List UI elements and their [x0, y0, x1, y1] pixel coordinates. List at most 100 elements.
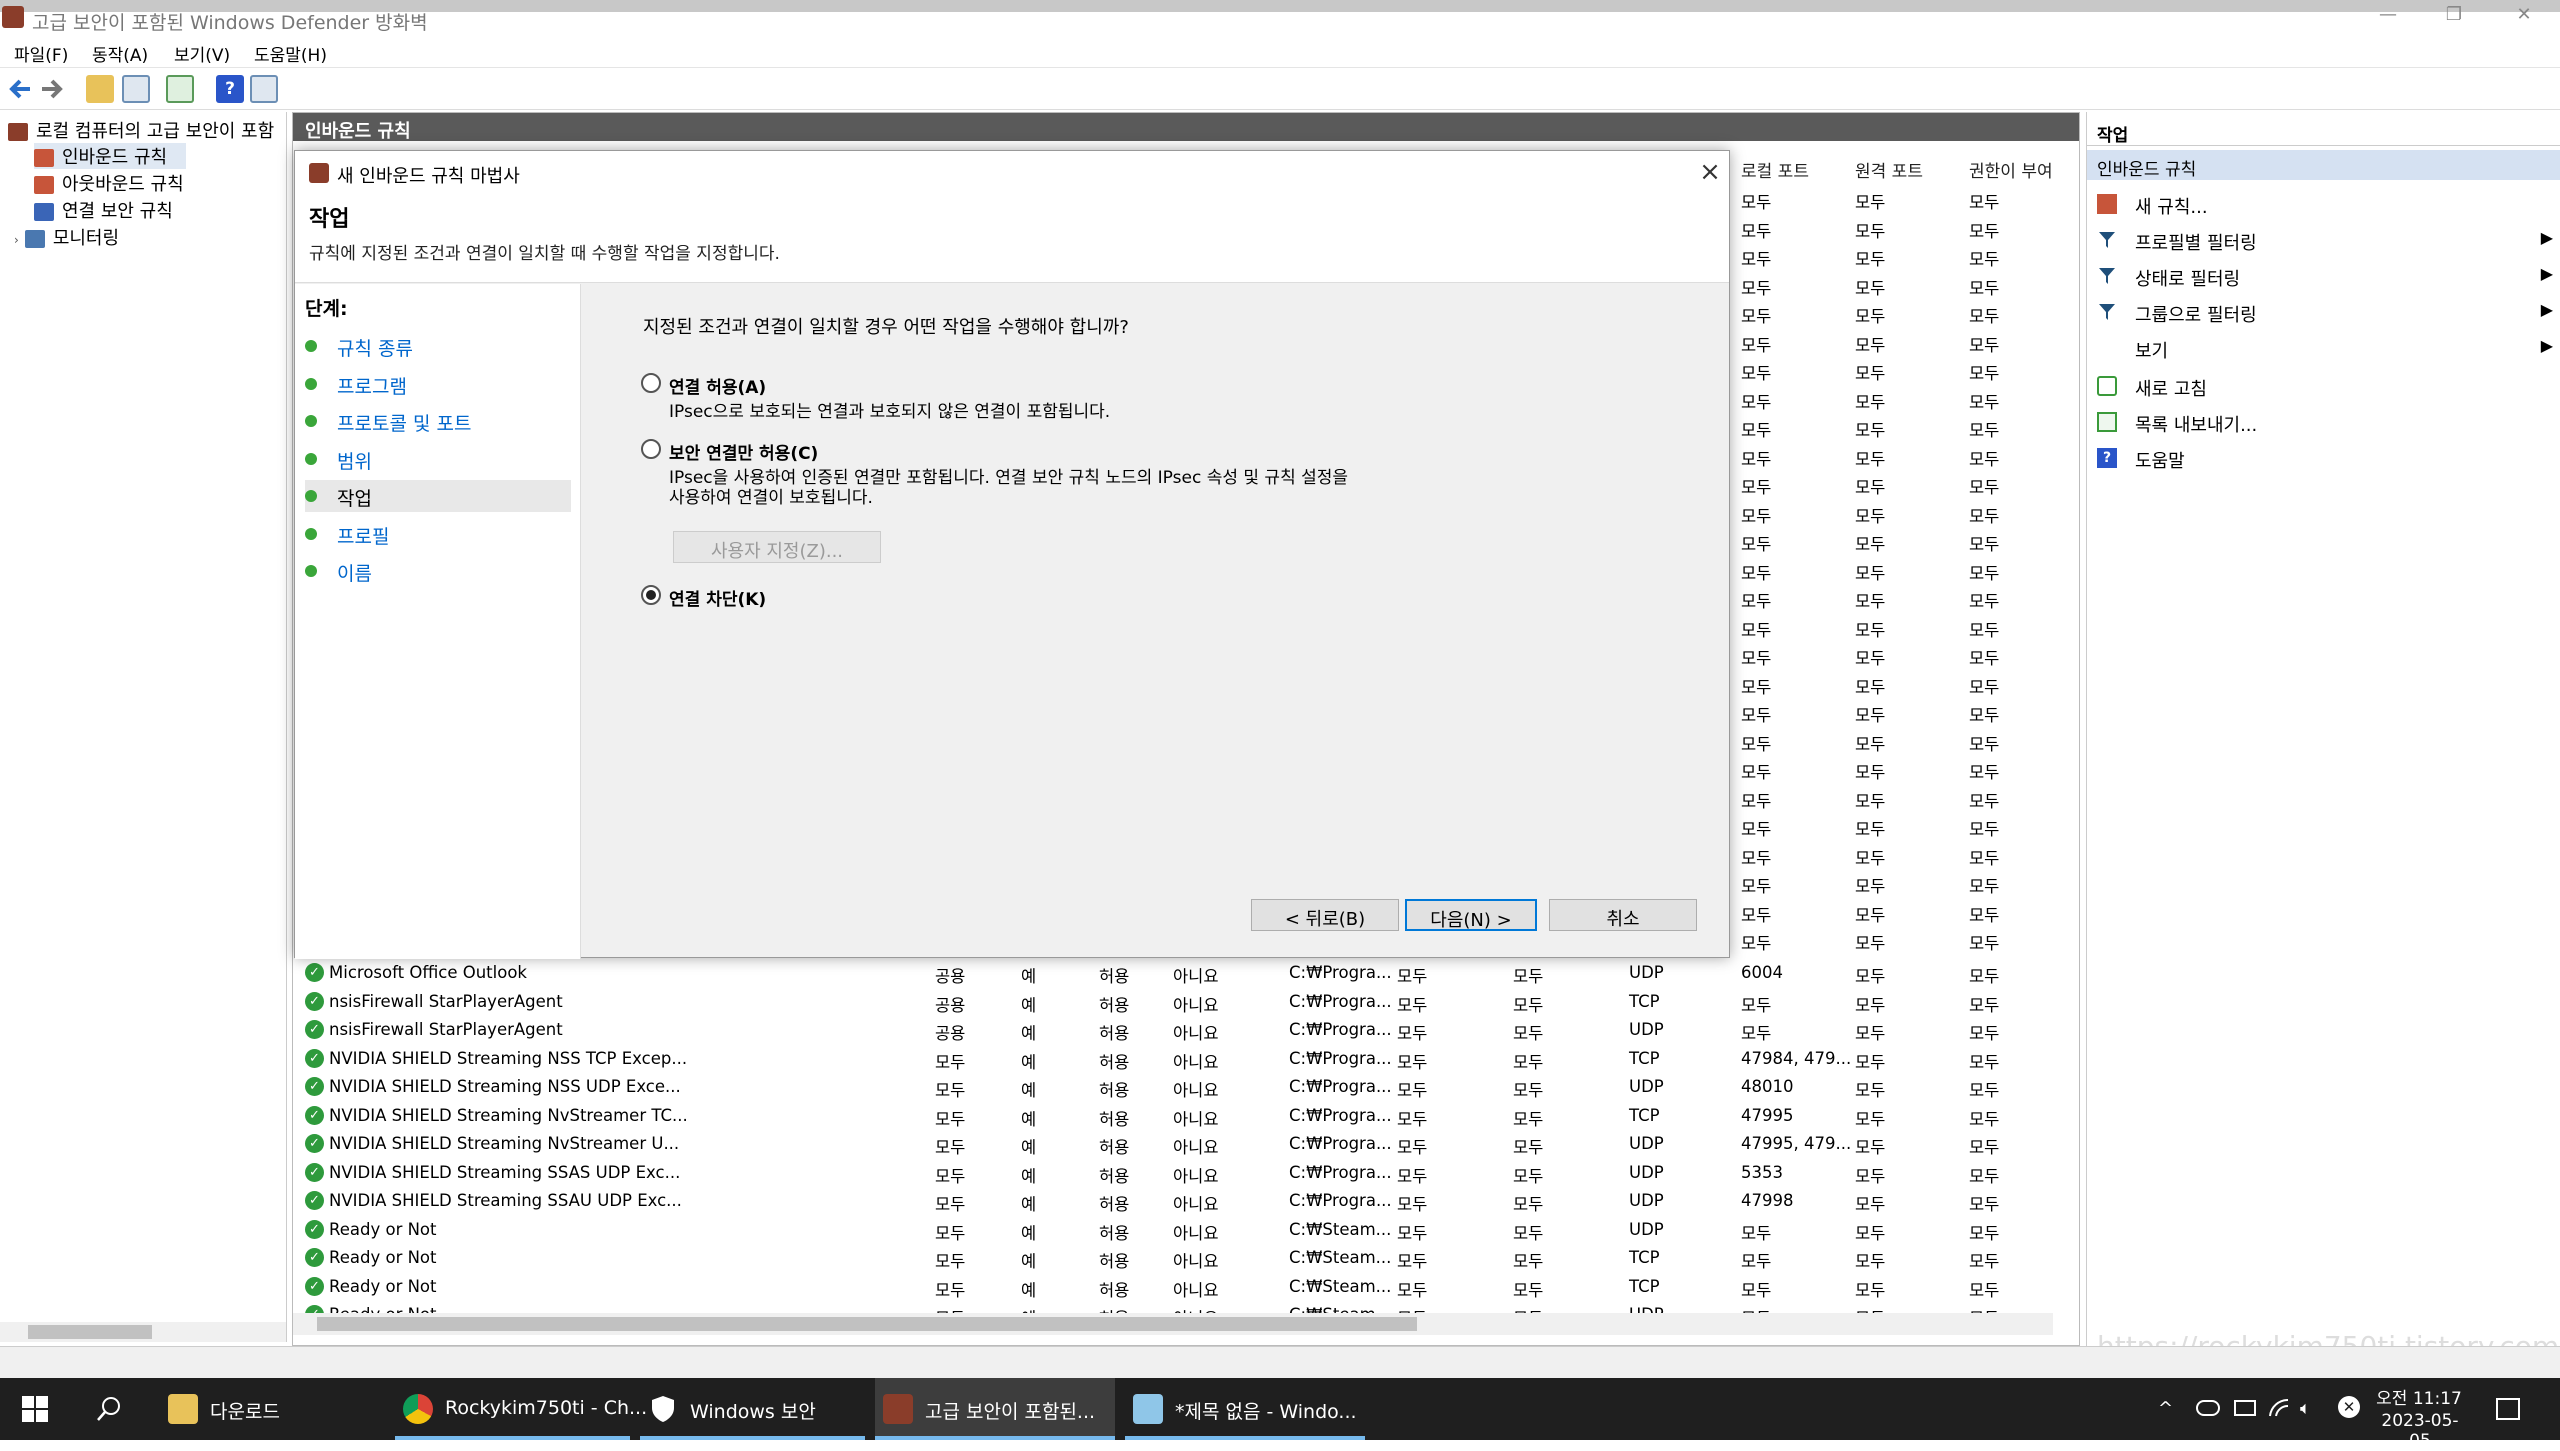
table-cell: 모두	[1397, 1166, 1428, 1186]
table-cell: 아니요	[1173, 1138, 1219, 1157]
taskbar-label: 다운로드	[210, 1401, 280, 1423]
taskbar-item-windows-security[interactable]: Windows 보안	[640, 1378, 865, 1440]
cancel-button[interactable]: 취소	[1549, 899, 1697, 931]
search-icon[interactable]	[90, 1378, 130, 1440]
local-port-cell: 모두	[1741, 278, 1772, 298]
maximize-button[interactable]: ❐	[2424, 4, 2484, 28]
wizard-step[interactable]: 프로그램	[305, 368, 571, 400]
close-icon[interactable]: ×	[1695, 157, 1725, 187]
table-row[interactable]: ✓ NVIDIA SHIELD Streaming NSS TCP Excep..…	[293, 1045, 2063, 1074]
notification-badge-icon[interactable]: ✕	[2338, 1396, 2360, 1418]
column-authorized[interactable]: 권한이 부여	[1969, 157, 2053, 182]
export-list-icon[interactable]	[166, 75, 194, 103]
allow-connection-radio[interactable]	[641, 373, 661, 393]
show-hidden-icons-chevron-icon[interactable]: ^	[2158, 1398, 2173, 1419]
menu-view[interactable]: 보기(V)	[174, 41, 230, 66]
allow-connection-label[interactable]: 연결 허용(A)	[669, 373, 766, 398]
table-row[interactable]: ✓ NVIDIA SHIELD Streaming NvStreamer TC..…	[293, 1102, 2063, 1131]
menu-action[interactable]: 동작(A)	[92, 41, 148, 66]
help-icon[interactable]: ?	[216, 75, 244, 103]
table-row[interactable]: ✓ Ready or Not 모두 예 허용 아니요 C:₩Steam... 모두 모두 TCP 모…	[293, 1244, 2063, 1273]
action-refresh[interactable]: 새로 고침	[2087, 368, 2557, 404]
table-row[interactable]: ✓ NVIDIA SHIELD Streaming SSAS UDP Exc...…	[293, 1159, 2063, 1188]
remote-port-cell: 모두	[1855, 848, 1886, 868]
table-cell: 모두	[1969, 1166, 2000, 1186]
next-button[interactable]: 다음(N) >	[1405, 899, 1537, 931]
menu-file[interactable]: 파일(F)	[14, 41, 68, 66]
customize-button[interactable]: 사용자 지정(Z)...	[673, 531, 881, 563]
tree-root[interactable]: 로컬 컴퓨터의 고급 보안이 포함	[8, 117, 274, 143]
navigation-tree: 로컬 컴퓨터의 고급 보안이 포함 인바운드 규칙 아웃바운드 규칙 연결 보안…	[0, 112, 287, 1342]
clock-date[interactable]: 2023-05-05	[2372, 1411, 2468, 1451]
local-port-cell: 모두	[1741, 392, 1772, 412]
action-help[interactable]: ? 도움말	[2087, 440, 2557, 476]
menu-help[interactable]: 도움말(H)	[254, 41, 327, 66]
tree-horizontal-scrollbar[interactable]	[0, 1322, 286, 1342]
table-cell: C:₩Progra...	[1289, 1134, 1392, 1153]
remote-port-cell: 모두	[1855, 620, 1886, 640]
horizontal-scrollbar[interactable]	[293, 1313, 2053, 1335]
block-connection-radio[interactable]	[641, 585, 661, 605]
remote-port-cell: 모두	[1855, 592, 1886, 611]
table-row[interactable]: ✓ nsisFirewall StarPlayerAgent 공용 예 허용 아니요 C:₩…	[293, 1016, 2063, 1045]
allow-secure-only-label[interactable]: 보안 연결만 허용(C)	[669, 439, 818, 464]
local-port-cell: 모두	[1741, 421, 1772, 440]
action-filter-by-group[interactable]: 그룹으로 필터링 ▶	[2087, 294, 2557, 330]
action-export-list[interactable]: 목록 내보내기...	[2087, 404, 2557, 440]
taskbar-item-chrome[interactable]: Rockykim750ti - Ch...	[395, 1378, 647, 1440]
action-view[interactable]: 보기 ▶	[2087, 330, 2557, 366]
local-port-cell: 모두	[1741, 877, 1772, 896]
taskbar-item-notepad[interactable]: *제목 없음 - Windo...	[1125, 1378, 1365, 1440]
allow-secure-only-radio[interactable]	[641, 439, 661, 459]
wizard-step[interactable]: 범위	[305, 443, 571, 475]
wizard-step[interactable]: 프로토콜 및 포트	[305, 405, 571, 437]
tree-item-connection-security-rules[interactable]: 연결 보안 규칙	[34, 197, 173, 223]
back-button[interactable]: < 뒤로(B)	[1251, 899, 1399, 931]
wizard-step[interactable]: 프로필	[305, 518, 571, 550]
show-hide-tree-icon[interactable]	[122, 75, 150, 103]
firewall-icon	[883, 1394, 913, 1424]
actions-section-inbound-rules[interactable]: 인바운드 규칙	[2087, 150, 2560, 180]
block-connection-label[interactable]: 연결 차단(K)	[669, 585, 766, 610]
column-remote-port[interactable]: 원격 포트	[1855, 157, 1923, 182]
tree-item-monitoring[interactable]: › 모니터링	[14, 224, 119, 250]
minimize-button[interactable]: —	[2358, 4, 2418, 28]
table-row[interactable]: ✓Ready or Not모두예허용아니요C:₩Steam...모두모두UDP모…	[293, 1216, 2063, 1245]
cloud-icon[interactable]	[2196, 1400, 2220, 1416]
wizard-step[interactable]: 규칙 종류	[305, 330, 571, 362]
table-cell: 허용	[1099, 1024, 1130, 1043]
authorized-cell: 모두	[1969, 706, 2000, 725]
table-cell: Ready or Not	[329, 1248, 437, 1267]
back-arrow-icon[interactable]	[6, 75, 34, 103]
volume-icon[interactable]: 🔈︎	[2300, 1398, 2311, 1419]
close-window-button[interactable]: ✕	[2494, 4, 2554, 28]
start-button[interactable]	[14, 1378, 58, 1440]
table-row[interactable]: ✓ Ready or Not 모두 예 허용 아니요 C:₩Steam... 모두 모두 TCP 모…	[293, 1273, 2063, 1302]
show-hide-action-pane-icon[interactable]	[250, 75, 278, 103]
authorized-cell: 모두	[1969, 478, 2000, 497]
network-icon[interactable]	[2268, 1398, 2290, 1418]
column-local-port[interactable]: 로컬 포트	[1741, 157, 1809, 182]
action-new-rule[interactable]: 새 규칙...	[2087, 186, 2557, 222]
table-cell: 모두	[935, 1166, 966, 1186]
enabled-check-icon: ✓	[305, 1134, 324, 1153]
table-row[interactable]: ✓ NVIDIA SHIELD Streaming NvStreamer U...…	[293, 1130, 2063, 1159]
taskbar-item-downloads[interactable]: 다운로드	[160, 1378, 385, 1440]
tree-item-outbound-rules[interactable]: 아웃바운드 규칙	[34, 170, 184, 196]
battery-icon[interactable]	[2234, 1400, 2256, 1416]
expand-chevron-icon[interactable]: ›	[14, 233, 19, 247]
action-filter-by-profile[interactable]: 프로필별 필터링 ▶	[2087, 222, 2557, 258]
forward-arrow-icon[interactable]	[38, 75, 66, 103]
taskbar-item-firewall[interactable]: 고급 보안이 포함된...	[875, 1378, 1115, 1440]
table-cell: NVIDIA SHIELD Streaming NSS TCP Excep...	[329, 1048, 688, 1068]
tree-item-inbound-rules[interactable]: 인바운드 규칙	[34, 143, 186, 169]
clock-time[interactable]: 오전 11:17	[2376, 1384, 2462, 1409]
up-folder-icon[interactable]	[86, 75, 114, 103]
action-filter-by-state[interactable]: 상태로 필터링 ▶	[2087, 258, 2557, 294]
table-row[interactable]: ✓ NVIDIA SHIELD Streaming SSAU UDP Exc...…	[293, 1187, 2063, 1216]
table-row[interactable]: ✓ NVIDIA SHIELD Streaming NSS UDP Exce...…	[293, 1073, 2063, 1102]
table-row[interactable]: ✓ Microsoft Office Outlook 공용 예 허용 아니요 C:₩Prog…	[293, 959, 2063, 988]
table-row[interactable]: ✓ nsisFirewall StarPlayerAgent 공용 예 허용 아니요 C:₩…	[293, 988, 2063, 1017]
wizard-step[interactable]: 이름	[305, 555, 571, 587]
action-center-icon[interactable]	[2496, 1398, 2520, 1420]
